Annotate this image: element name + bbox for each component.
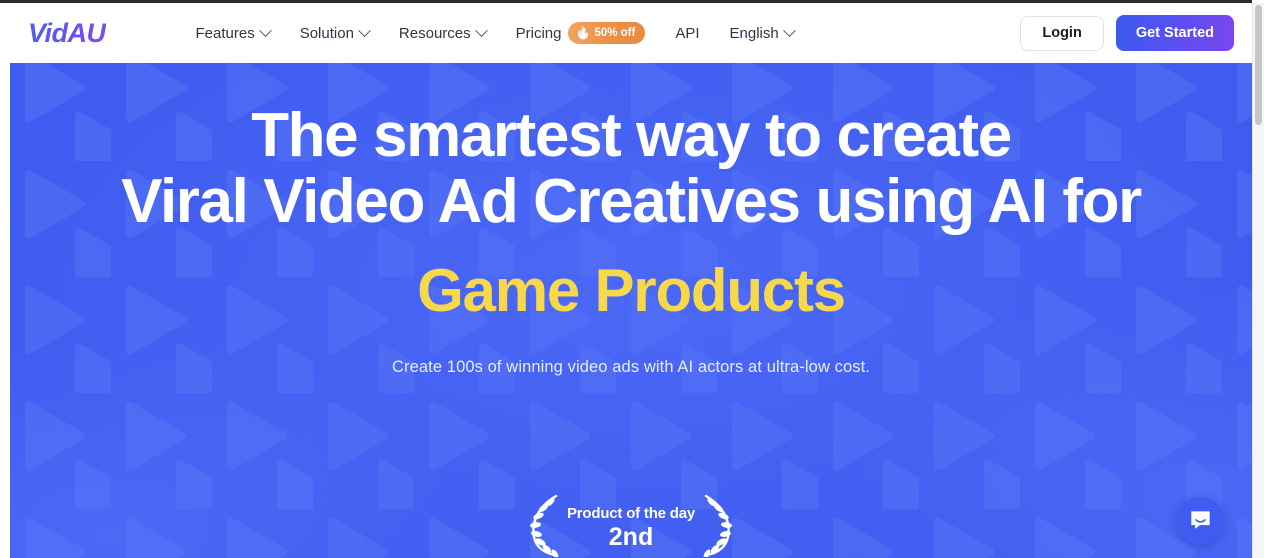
- award-text: Product of the day 2nd: [567, 493, 695, 552]
- laurel-wreath-left-icon: [529, 494, 559, 557]
- vidau-logo[interactable]: VidAU: [28, 18, 106, 49]
- nav-item-label: Pricing: [515, 24, 562, 42]
- award-title: Product of the day: [566, 505, 696, 522]
- nav-item-api[interactable]: API: [675, 25, 699, 42]
- language-selector[interactable]: English: [729, 23, 796, 42]
- hero-headline-line-2: Viral Video Ad Creatives using AI for: [121, 167, 1142, 237]
- page-scrollbar-thumb[interactable]: [1255, 5, 1262, 125]
- award-rank: 2nd: [608, 523, 654, 551]
- nav-item-features[interactable]: Features: [195, 23, 272, 42]
- hero-subtitle: Create 100s of winning video ads with AI…: [391, 357, 870, 376]
- language-selector-label: English: [729, 24, 779, 42]
- page-scrollbar[interactable]: [1252, 3, 1264, 558]
- page-viewport: VidAU Features Solution Resources Pricin…: [0, 3, 1252, 558]
- get-started-button[interactable]: Get Started: [1115, 15, 1234, 51]
- product-of-the-day-badge[interactable]: Product of the day 2nd: [501, 493, 761, 557]
- nav-item-solution[interactable]: Solution: [299, 23, 371, 42]
- laurel-wreath-right-icon: [703, 494, 733, 557]
- chevron-down-icon: [258, 23, 272, 37]
- site-header: VidAU Features Solution Resources Pricin…: [0, 3, 1252, 63]
- header-actions: Login Get Started: [1020, 15, 1234, 51]
- chat-bubble-icon: [1191, 511, 1210, 529]
- nav-item-resources[interactable]: Resources: [398, 23, 488, 42]
- chevron-down-icon: [474, 23, 488, 37]
- main-navigation: Features Solution Resources Pricing 🔥 50…: [195, 22, 796, 44]
- login-button[interactable]: Login: [1020, 15, 1104, 51]
- flame-icon: 🔥: [575, 26, 591, 40]
- chat-widget-button[interactable]: [1177, 497, 1224, 544]
- hero-headline: The smartest way to create Viral Video A…: [10, 101, 1252, 324]
- nav-item-pricing[interactable]: Pricing 🔥 50% off: [516, 22, 646, 44]
- hero-section: The smartest way to create Viral Video A…: [10, 63, 1252, 558]
- discount-badge-label: 50% off: [594, 27, 636, 39]
- chevron-down-icon: [358, 23, 371, 37]
- hero-content: The smartest way to create Viral Video A…: [10, 63, 1252, 377]
- hero-headline-line-1: The smartest way to create: [251, 101, 1012, 170]
- discount-badge: 🔥 50% off: [568, 22, 646, 44]
- nav-item-label: API: [675, 24, 700, 42]
- nav-item-label: Resources: [398, 24, 471, 42]
- nav-item-label: Solution: [299, 24, 354, 42]
- chevron-down-icon: [782, 23, 796, 37]
- nav-item-label: Features: [195, 24, 255, 42]
- hero-headline-highlight: Game Products: [417, 256, 846, 324]
